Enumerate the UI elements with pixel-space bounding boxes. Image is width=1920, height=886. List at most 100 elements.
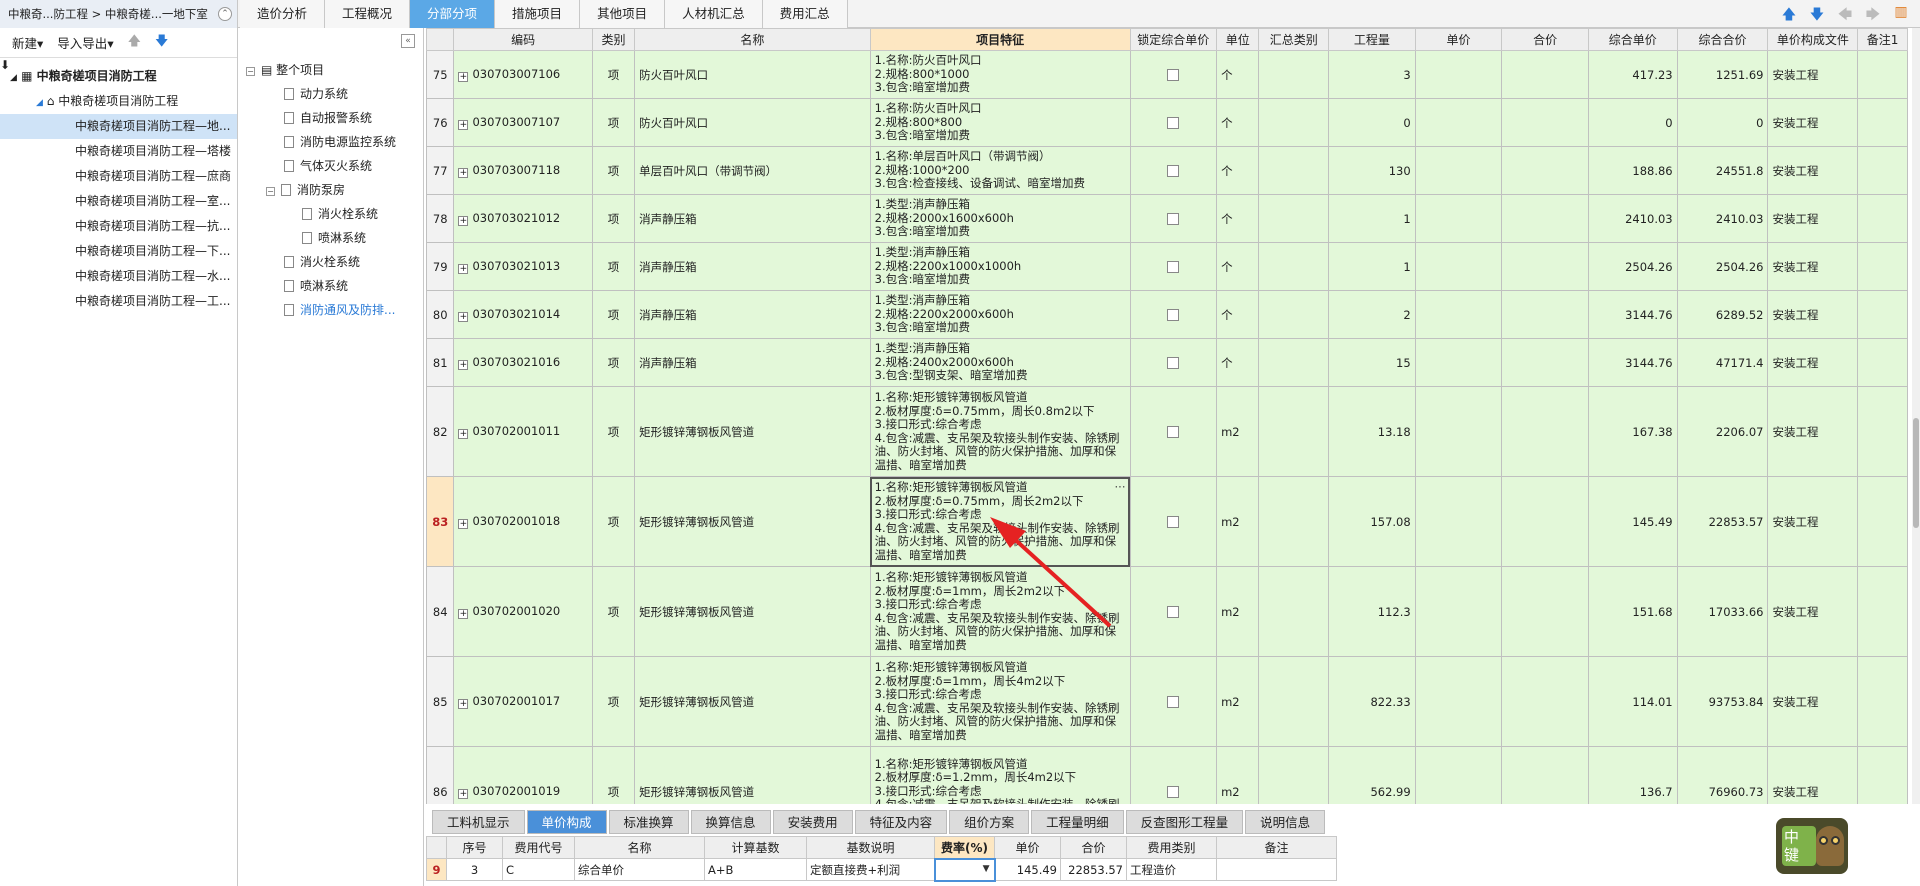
- item-type[interactable]: 项: [591, 746, 636, 804]
- item-comp-price[interactable]: 167.38: [1587, 386, 1678, 477]
- row-number[interactable]: 78: [426, 194, 455, 243]
- assistant-badge[interactable]: 中 键: [1776, 818, 1848, 874]
- expand-icon[interactable]: +: [458, 360, 469, 370]
- item-unit[interactable]: 个: [1216, 290, 1260, 339]
- section-item-selected[interactable]: 消防通风及防排...: [284, 298, 395, 322]
- item-feature[interactable]: 1.类型:消声静压箱 2.规格:2000x1600x600h 3.包含:暗室增加…: [869, 194, 1131, 243]
- item-file[interactable]: 安装工程: [1767, 146, 1859, 195]
- item-code[interactable]: +030703007107: [453, 98, 593, 147]
- filter-icon[interactable]: ▥: [1892, 4, 1910, 28]
- item-file[interactable]: 安装工程: [1767, 242, 1859, 291]
- row-number[interactable]: 86: [426, 746, 455, 804]
- item-code[interactable]: +030703021016: [453, 338, 593, 387]
- table-row[interactable]: 77 +030703007118 项单层百叶风口（带调节阀） 1.名称:单层百叶风口（…: [426, 146, 1908, 195]
- row-number[interactable]: 85: [426, 656, 455, 747]
- header-type[interactable]: 类别: [591, 28, 636, 51]
- item-remark[interactable]: [1857, 338, 1908, 387]
- item-summary-category[interactable]: [1258, 656, 1330, 747]
- table-row[interactable]: 78 +030703021012 项消声静压箱 1.类型:消声静压箱 2.规格:200…: [426, 194, 1908, 243]
- item-summary-category[interactable]: [1258, 98, 1330, 147]
- header-qty[interactable]: 工程量: [1328, 28, 1416, 51]
- item-file[interactable]: 安装工程: [1767, 290, 1859, 339]
- arrow-up-icon[interactable]: 🡅: [1780, 4, 1798, 28]
- header-feature[interactable]: 项目特征: [869, 28, 1131, 51]
- item-unit[interactable]: 个: [1216, 194, 1260, 243]
- rate-dropdown[interactable]: ▼: [933, 857, 996, 882]
- item-code[interactable]: +030703021012: [453, 194, 593, 243]
- table-row[interactable]: 76 +030703007107 项防火百叶风口 1.名称:防火百叶风口 2.规格:8…: [426, 98, 1908, 147]
- chevron-down-icon[interactable]: ▼: [983, 864, 990, 874]
- item-type[interactable]: 项: [591, 386, 636, 477]
- row-number[interactable]: 82: [426, 386, 455, 477]
- btab-conversion-info[interactable]: 换算信息: [690, 810, 771, 834]
- item-file[interactable]: 安装工程: [1767, 338, 1859, 387]
- scrollbar-thumb[interactable]: [1913, 418, 1919, 528]
- header-lock[interactable]: 锁定综合单价: [1129, 28, 1218, 51]
- item-code[interactable]: +030703007106: [453, 50, 593, 99]
- item-comp-price[interactable]: 0: [1587, 98, 1678, 147]
- expand-icon[interactable]: +: [458, 120, 469, 130]
- item-type[interactable]: 项: [591, 194, 636, 243]
- vertical-scrollbar[interactable]: [1912, 28, 1920, 804]
- lock-checkbox[interactable]: [1167, 165, 1180, 177]
- lock-checkbox-cell[interactable]: [1129, 98, 1218, 147]
- btab-reverse-lookup[interactable]: 反查图形工程量: [1125, 810, 1244, 834]
- section-item[interactable]: 喷淋系统: [302, 226, 366, 250]
- item-name[interactable]: 防火百叶风口: [634, 98, 871, 147]
- item-summary-category[interactable]: [1258, 566, 1330, 657]
- table-row[interactable]: 79 +030703021013 项消声静压箱 1.类型:消声静压箱 2.规格:220…: [426, 242, 1908, 291]
- item-comp-total[interactable]: 76960.73: [1676, 746, 1769, 804]
- lock-checkbox[interactable]: [1167, 357, 1180, 369]
- btab-notes[interactable]: 说明信息: [1245, 810, 1326, 834]
- item-code[interactable]: +030703021013: [453, 242, 593, 291]
- expand-icon[interactable]: +: [458, 609, 469, 619]
- btab-pricing-plan[interactable]: 组价方案: [949, 810, 1030, 834]
- item-summary-category[interactable]: [1258, 476, 1330, 567]
- tree-item[interactable]: 中粮奇槎项目消防工程—下...: [75, 239, 230, 264]
- item-price[interactable]: [1414, 566, 1503, 657]
- item-comp-total[interactable]: 17033.66: [1676, 566, 1769, 657]
- item-qty[interactable]: 157.08: [1328, 476, 1416, 567]
- item-summary-category[interactable]: [1258, 338, 1330, 387]
- item-comp-total[interactable]: 22853.57: [1676, 476, 1769, 567]
- item-type[interactable]: 项: [591, 50, 636, 99]
- item-file[interactable]: 安装工程: [1767, 656, 1859, 747]
- expand-icon[interactable]: +: [458, 264, 469, 274]
- unit-price-row[interactable]: 9 3 C 综合单价 A+B 定额直接费+利润 ▼ 145.49 22853.5…: [426, 857, 1337, 882]
- arrow-down-icon[interactable]: 🡇: [1808, 4, 1826, 28]
- lock-checkbox-cell[interactable]: [1129, 386, 1218, 477]
- item-total[interactable]: [1501, 476, 1589, 567]
- tree-item[interactable]: 中粮奇槎项目消防工程—地...: [0, 114, 237, 139]
- tree-item[interactable]: 中粮奇槎项目消防工程—塔楼: [75, 139, 231, 164]
- item-total[interactable]: [1501, 290, 1589, 339]
- item-feature[interactable]: ··· 1.名称:矩形镀锌薄钢板风管道 2.板材厚度:δ=0.75mm，周长2m2…: [869, 476, 1131, 567]
- lock-checkbox[interactable]: [1167, 786, 1180, 798]
- item-file[interactable]: 安装工程: [1767, 476, 1859, 567]
- item-comp-total[interactable]: 1251.69: [1676, 50, 1769, 99]
- item-qty[interactable]: 562.99: [1328, 746, 1416, 804]
- item-feature[interactable]: 1.名称:矩形镀锌薄钢板风管道 2.板材厚度:δ=1mm，周长4m2以下 3.接…: [869, 656, 1131, 747]
- header-unit[interactable]: 单位: [1216, 28, 1260, 51]
- item-type[interactable]: 项: [591, 656, 636, 747]
- bot-seq[interactable]: 3: [446, 858, 503, 881]
- row-number[interactable]: 84: [426, 566, 455, 657]
- item-comp-total[interactable]: 93753.84: [1676, 656, 1769, 747]
- item-code[interactable]: +030702001017: [453, 656, 593, 747]
- breadcrumb[interactable]: 中粮奇...防工程 > 中粮奇槎...一地下室 ⌃: [0, 0, 238, 28]
- section-item[interactable]: 自动报警系统: [284, 106, 372, 130]
- btab-labor-material[interactable]: 工料机显示: [432, 810, 525, 834]
- table-row[interactable]: 81 +030703021016 项消声静压箱 1.类型:消声静压箱 2.规格:240…: [426, 338, 1908, 387]
- move-up-icon[interactable]: 🡅: [128, 32, 141, 54]
- item-name[interactable]: 单层百叶风口（带调节阀）: [634, 146, 871, 195]
- expand-icon[interactable]: +: [458, 168, 469, 178]
- item-feature[interactable]: 1.名称:防火百叶风口 2.规格:800*1000 3.包含:暗室增加费: [869, 50, 1131, 99]
- row-number[interactable]: 83: [426, 476, 455, 567]
- lock-checkbox-cell[interactable]: [1129, 146, 1218, 195]
- header-comp-price[interactable]: 综合单价: [1587, 28, 1678, 51]
- arrow-right-icon[interactable]: 🡆: [1864, 4, 1882, 28]
- item-feature[interactable]: 1.类型:消声静压箱 2.规格:2400x2000x600h 3.包含:型钢支架…: [869, 338, 1131, 387]
- tree-item[interactable]: 中粮奇槎项目消防工程—工...: [75, 289, 230, 314]
- item-summary-category[interactable]: [1258, 194, 1330, 243]
- item-price[interactable]: [1414, 338, 1503, 387]
- item-summary-category[interactable]: [1258, 146, 1330, 195]
